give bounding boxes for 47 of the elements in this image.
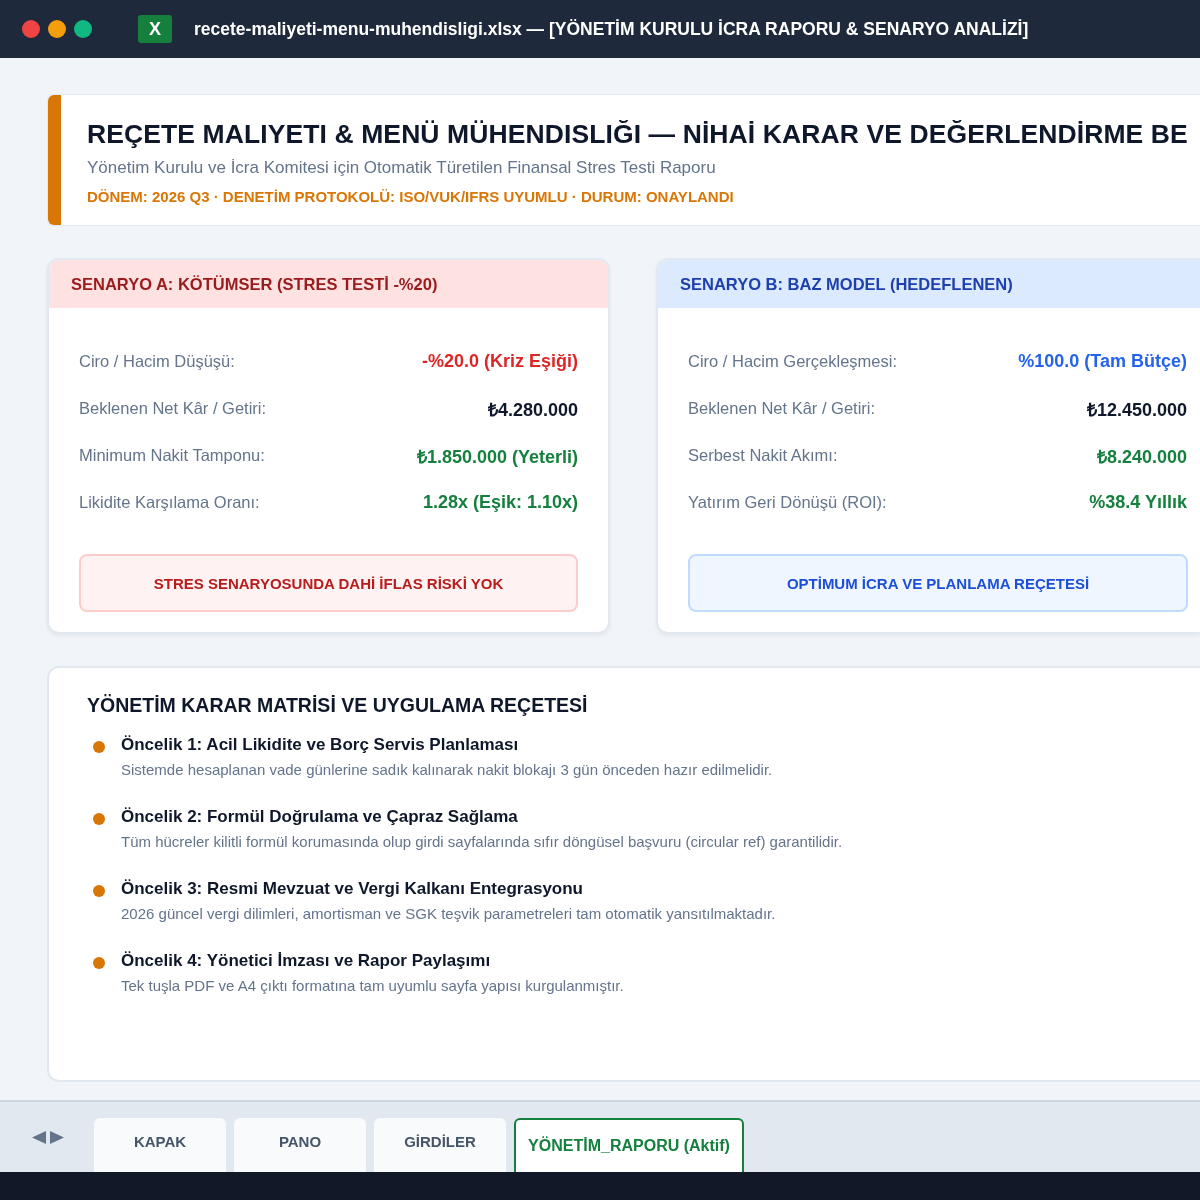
priority-description: Tüm hücreler kilitli formül korumasında olup girdi sayfalarında sıfır döngüsel başvuru (circular ref) garantilidir. bbox=[121, 833, 843, 850]
metric-value: %38.4 Yıllık bbox=[1089, 492, 1187, 513]
metric-label: Ciro / Hacim Gerçekleşmesi: bbox=[688, 352, 898, 371]
metric-value: ₺12.450.000 bbox=[1086, 398, 1187, 421]
bullet-icon bbox=[93, 741, 105, 753]
metric-label: Minimum Nakit Tamponu: bbox=[79, 446, 265, 465]
sheet-tab[interactable]: KAPAK bbox=[94, 1118, 226, 1172]
bullet-icon bbox=[93, 813, 105, 825]
priority-description: Sistemde hesaplanan vade günlerine sadık kalınarak nakit blokajı 3 gün önceden hazır edilmelidir. bbox=[121, 761, 773, 778]
app-icon: X bbox=[138, 15, 172, 43]
sheet-tab[interactable]: GİRDİLER bbox=[374, 1118, 506, 1172]
scenario-banner: OPTİMUM İCRA VE PLANLAMA REÇETESİ bbox=[688, 554, 1188, 612]
report-title: REÇETE MALIYETI & MENÜ MÜHENDISLIĞI — NİHAİ KARAR VE DEĞERLENDİRME BE bbox=[87, 119, 1188, 150]
priority-title: Öncelik 2: Formül Doğrulama ve Çapraz Sağlama bbox=[121, 807, 519, 827]
bullet-icon bbox=[93, 957, 105, 969]
report-subtitle: Yönetim Kurulu ve İcra Komitesi için Otomatik Türetilen Finansal Stres Testi Raporu bbox=[87, 158, 717, 178]
metric-label: Beklenen Net Kâr / Getiri: bbox=[688, 399, 876, 418]
metric-value: ₺1.850.000 (Yeterli) bbox=[416, 445, 578, 468]
sheet-tab[interactable]: YÖNETİM_RAPORU (Aktif) bbox=[514, 1118, 744, 1172]
metric-value: 1.28x (Eşik: 1.10x) bbox=[422, 492, 578, 513]
metric-value: ₺4.280.000 bbox=[487, 398, 578, 421]
metric-label: Yatırım Geri Dönüşü (ROI): bbox=[688, 493, 887, 512]
sheet-tab[interactable]: PANO bbox=[234, 1118, 366, 1172]
window-title: recete-maliyeti-menu-muhendisligi.xlsx — [YÖNETİM KURULU İCRA RAPORU & SENARYO ANALİZİ] bbox=[194, 18, 1029, 40]
report-meta: DÖNEM: 2026 Q3 · DENETİM PROTOKOLÜ: ISO/VUK/IFRS UYUMLU · DURUM: ONAYLANDI bbox=[87, 188, 735, 205]
scenario-title: SENARYO B: BAZ MODEL (HEDEFLENEN) bbox=[658, 260, 1200, 308]
minimize-icon[interactable] bbox=[48, 20, 66, 38]
previous-sheet-icon[interactable] bbox=[32, 1130, 46, 1144]
section-title: YÖNETİM KARAR MATRİSİ VE UYGULAMA REÇETESİ bbox=[87, 694, 589, 717]
metric-label: Beklenen Net Kâr / Getiri: bbox=[79, 399, 267, 418]
scenario-title: SENARYO A: KÖTÜMSER (STRES TESTİ -%20) bbox=[49, 260, 608, 308]
priority-description: 2026 güncel vergi dilimleri, amortisman ve SGK teşvik parametreleri tam otomatik yansıtılmaktadır. bbox=[121, 905, 776, 922]
priority-title: Öncelik 1: Acil Likidite ve Borç Servis Planlaması bbox=[121, 735, 520, 755]
bullet-icon bbox=[93, 885, 105, 897]
scenario-banner: STRES SENARYOSUNDA DAHİ İFLAS RİSKİ YOK bbox=[79, 554, 578, 612]
metric-value: -%20.0 (Kriz Eşiği) bbox=[421, 351, 578, 372]
metric-value: %100.0 (Tam Bütçe) bbox=[1018, 351, 1187, 372]
priority-title: Öncelik 4: Yönetici İmzası ve Rapor Paylaşımı bbox=[121, 951, 492, 971]
maximize-icon[interactable] bbox=[74, 20, 92, 38]
metric-label: Likidite Karşılama Oranı: bbox=[79, 493, 260, 512]
next-sheet-icon[interactable] bbox=[50, 1130, 64, 1144]
close-icon[interactable] bbox=[22, 20, 40, 38]
metric-label: Serbest Nakit Akımı: bbox=[688, 446, 838, 465]
metric-label: Ciro / Hacim Düşüşü: bbox=[79, 352, 235, 371]
priority-title: Öncelik 3: Resmi Mevzuat ve Vergi Kalkanı Entegrasyonu bbox=[121, 879, 584, 899]
metric-value: ₺8.240.000 bbox=[1096, 445, 1187, 468]
priority-description: Tek tuşla PDF ve A4 çıktı formatına tam uyumlu sayfa yapısı kurgulanmıştır. bbox=[121, 977, 624, 994]
